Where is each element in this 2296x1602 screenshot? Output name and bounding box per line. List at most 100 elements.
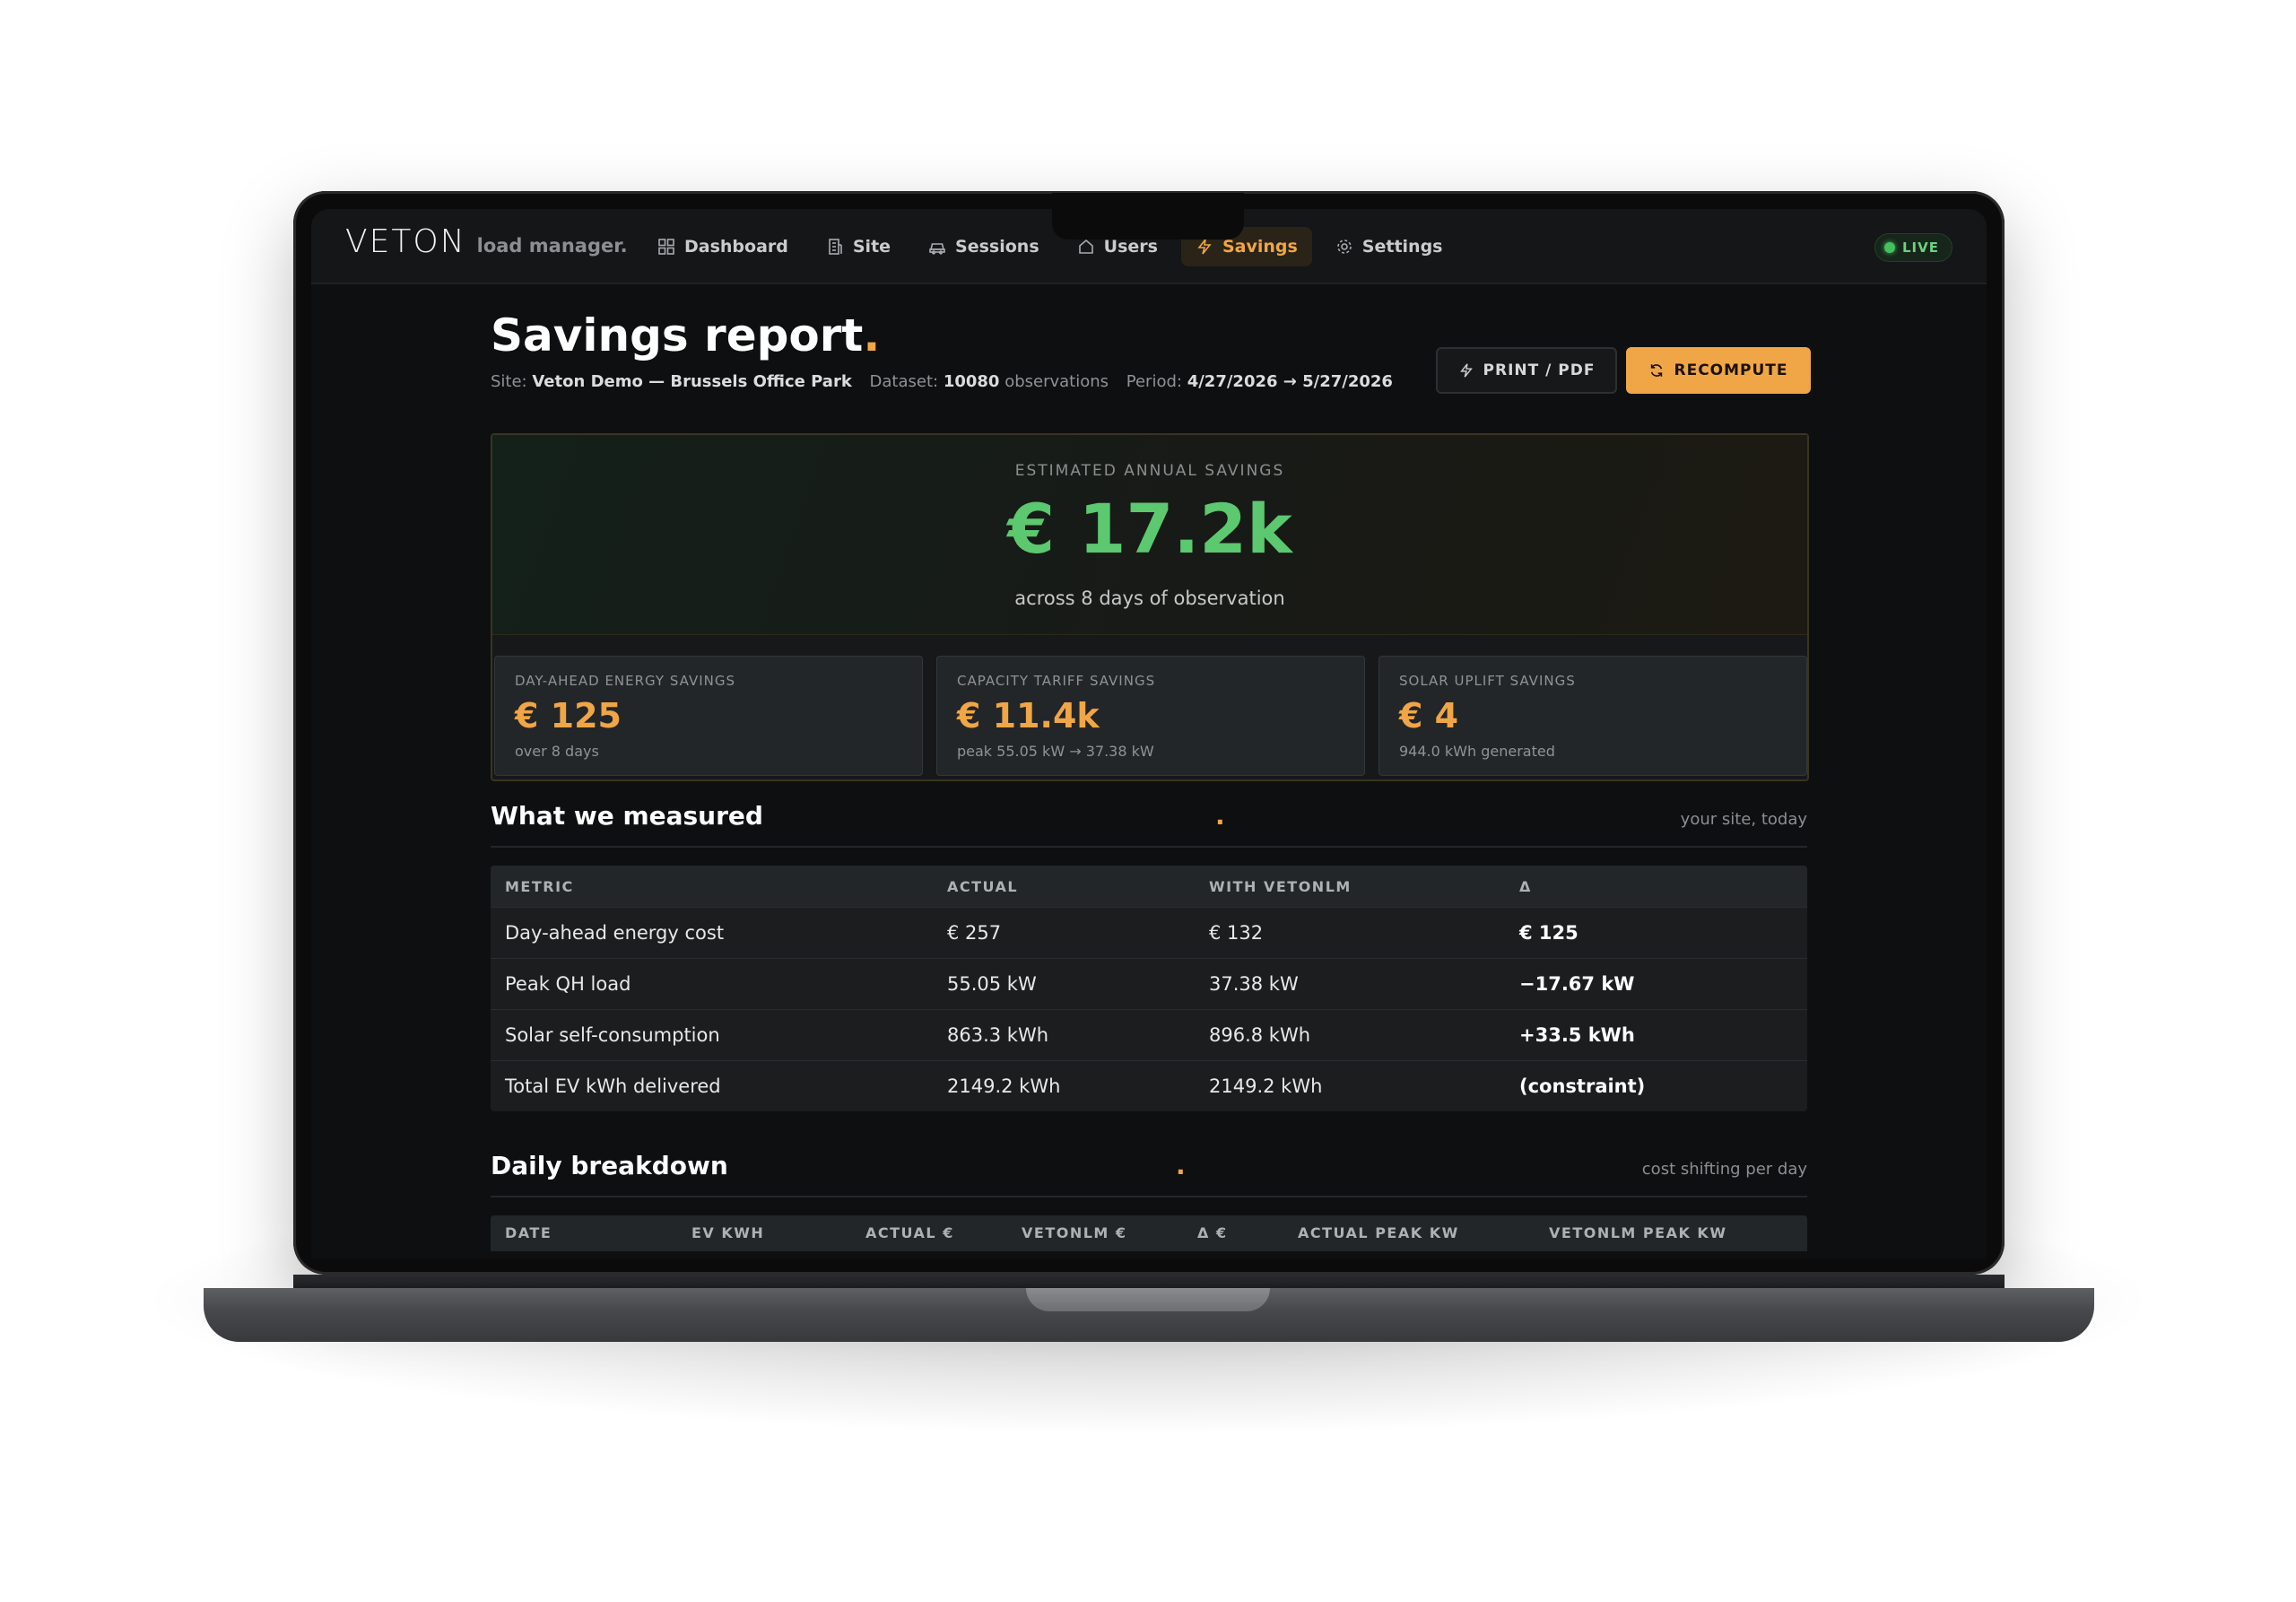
bolt-icon xyxy=(1197,239,1212,255)
main-nav: Dashboard Site Sessions Users Savings Se… xyxy=(643,227,1457,266)
logo-wordmark: VETON xyxy=(345,223,466,260)
table-cell: € 132 xyxy=(1209,922,1264,944)
site-value: Veton Demo — Brussels Office Park xyxy=(532,372,852,391)
column-header: WITH VETONLM xyxy=(1209,877,1352,895)
recompute-label: RECOMPUTE xyxy=(1674,361,1788,379)
annual-savings-label: ESTIMATED ANNUAL SAVINGS xyxy=(1014,462,1285,480)
column-header: EV KWH xyxy=(691,1224,765,1241)
capacity-tariff-savings-tile: CAPACITY TARIFF SAVINGS € 11.4k peak 55.… xyxy=(936,656,1365,776)
tile-value: € 11.4k xyxy=(957,696,1100,736)
print-label: PRINT / PDF xyxy=(1483,361,1596,379)
app-screen: VETON load manager. Dashboard Site Sessi… xyxy=(311,209,1987,1258)
column-header: ACTUAL € xyxy=(865,1224,954,1241)
measured-section-note: your site, today xyxy=(1680,810,1807,829)
table-cell: € 257 xyxy=(947,922,1002,944)
report-meta: Site: Veton Demo — Brussels Office Park … xyxy=(491,372,1393,391)
refresh-icon xyxy=(1651,364,1663,377)
nav-item-sessions[interactable]: Sessions xyxy=(914,227,1054,266)
day-ahead-savings-tile: DAY-AHEAD ENERGY SAVINGS € 125 over 8 da… xyxy=(494,656,923,776)
recompute-button[interactable]: RECOMPUTE xyxy=(1626,347,1811,394)
grid-icon xyxy=(658,239,674,255)
table-cell: 2149.2 kWh xyxy=(947,1075,1061,1097)
print-pdf-button[interactable]: PRINT / PDF xyxy=(1436,347,1617,394)
page-title-text: Savings report xyxy=(491,309,864,361)
page-title: Savings report. xyxy=(491,309,880,361)
bolt-icon xyxy=(1459,363,1473,378)
nav-item-site[interactable]: Site xyxy=(812,227,905,266)
table-cell: 896.8 kWh xyxy=(1209,1024,1311,1046)
table-row: Day-ahead energy cost € 257 € 132 € 125 xyxy=(491,907,1807,958)
car-icon xyxy=(929,243,945,255)
home-icon xyxy=(1078,239,1093,254)
measured-section-title: What we measured xyxy=(491,801,763,831)
live-dot-icon xyxy=(1884,242,1895,253)
laptop-hinge xyxy=(293,1275,2005,1289)
nav-item-settings[interactable]: Settings xyxy=(1321,227,1457,266)
nav-label: Settings xyxy=(1361,237,1443,257)
live-status-badge: LIVE xyxy=(1874,233,1952,262)
column-header: DATE xyxy=(505,1224,552,1241)
site-label: Site: xyxy=(491,372,527,391)
section-divider xyxy=(491,1196,1807,1197)
table-cell: (constraint) xyxy=(1519,1075,1646,1097)
camera-notch xyxy=(1052,193,1244,239)
section-divider xyxy=(491,846,1807,848)
annual-savings-value: € 17.2k xyxy=(1007,489,1292,569)
table-cell: 2149.2 kWh xyxy=(1209,1075,1323,1097)
tile-note: over 8 days xyxy=(515,743,599,760)
daily-accent-dot: . xyxy=(1176,1151,1186,1180)
annual-savings-subtitle: across 8 days of observation xyxy=(1014,588,1285,609)
table-cell: 55.05 kW xyxy=(947,973,1037,995)
tile-note: 944.0 kWh generated xyxy=(1399,743,1555,760)
table-cell: Solar self-consumption xyxy=(505,1024,720,1046)
tile-label: DAY-AHEAD ENERGY SAVINGS xyxy=(515,673,736,689)
measured-accent-dot: . xyxy=(1215,801,1225,831)
nav-item-dashboard[interactable]: Dashboard xyxy=(643,227,803,266)
table-row: Total EV kWh delivered 2149.2 kWh 2149.2… xyxy=(491,1060,1807,1111)
logo-subtitle: load manager. xyxy=(476,235,628,257)
table-cell: −17.67 kW xyxy=(1519,973,1635,995)
gear-icon xyxy=(1336,239,1352,254)
building-icon xyxy=(829,239,842,255)
nav-label: Users xyxy=(1103,237,1158,257)
live-label: LIVE xyxy=(1902,239,1939,256)
solar-uplift-savings-tile: SOLAR UPLIFT SAVINGS € 4 944.0 kWh gener… xyxy=(1378,656,1807,776)
daily-section-note: cost shifting per day xyxy=(1641,1160,1807,1179)
table-cell: Total EV kWh delivered xyxy=(505,1075,721,1097)
annual-savings-summary: ESTIMATED ANNUAL SAVINGS € 17.2k across … xyxy=(492,435,1807,635)
table-cell: 863.3 kWh xyxy=(947,1024,1049,1046)
dataset-unit: observations xyxy=(1004,372,1109,391)
tile-label: CAPACITY TARIFF SAVINGS xyxy=(957,673,1156,689)
daily-section-title: Daily breakdown xyxy=(491,1151,728,1180)
table-cell: Day-ahead energy cost xyxy=(505,922,725,944)
nav-label: Savings xyxy=(1222,237,1298,257)
dataset-label: Dataset: xyxy=(869,372,939,391)
measured-table: METRIC ACTUAL WITH VETONLM Δ Day-ahead e… xyxy=(491,866,1807,1111)
laptop-base-notch xyxy=(1026,1288,1270,1311)
table-header: METRIC ACTUAL WITH VETONLM Δ xyxy=(491,866,1807,907)
column-header: Δ € xyxy=(1197,1224,1228,1241)
table-row: Peak QH load 55.05 kW 37.38 kW −17.67 kW xyxy=(491,958,1807,1009)
tile-value: € 4 xyxy=(1399,696,1459,736)
table-cell: Peak QH load xyxy=(505,973,631,995)
column-header: METRIC xyxy=(505,877,574,895)
column-header: ACTUAL PEAK KW xyxy=(1298,1224,1459,1241)
column-header: ACTUAL xyxy=(947,877,1019,895)
table-cell: +33.5 kWh xyxy=(1519,1024,1635,1046)
period-value: 4/27/2026 → 5/27/2026 xyxy=(1187,372,1393,391)
column-header: VETONLM PEAK KW xyxy=(1549,1224,1727,1241)
nav-label: Sessions xyxy=(955,237,1039,257)
app-logo[interactable]: VETON load manager. xyxy=(345,223,628,260)
dataset-value: 10080 xyxy=(943,372,1000,391)
nav-label: Site xyxy=(852,237,891,257)
table-cell: € 125 xyxy=(1519,922,1578,944)
period-label: Period: xyxy=(1126,372,1182,391)
column-header: VETONLM € xyxy=(1022,1224,1127,1241)
tile-note: peak 55.05 kW → 37.38 kW xyxy=(957,743,1154,760)
table-cell: 37.38 kW xyxy=(1209,973,1299,995)
column-header: Δ xyxy=(1519,877,1532,895)
annual-savings-panel: ESTIMATED ANNUAL SAVINGS € 17.2k across … xyxy=(491,433,1809,781)
title-accent-dot: . xyxy=(863,309,881,361)
tile-value: € 125 xyxy=(515,696,622,736)
daily-table-header: DATE EV KWH ACTUAL € VETONLM € Δ € ACTUA… xyxy=(491,1215,1807,1251)
